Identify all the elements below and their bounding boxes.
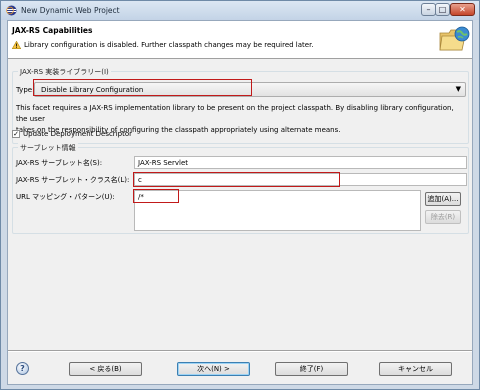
next-button[interactable]: 次へ(N) > xyxy=(177,362,250,376)
servlet-name-field[interactable]: JAX-RS Servlet xyxy=(134,156,467,169)
title-bar[interactable]: New Dynamic Web Project – □ ✕ xyxy=(1,1,479,20)
servlet-name-value: JAX-RS Servlet xyxy=(138,159,189,167)
update-descriptor-label: Update Deployment Descriptor xyxy=(23,130,132,138)
add-mapping-button[interactable]: 追加(A)... xyxy=(425,192,461,206)
servlet-class-label: JAX-RS サーブレット・クラス名(L): xyxy=(16,176,130,184)
highlight-box xyxy=(133,172,340,187)
close-button[interactable]: ✕ xyxy=(450,3,475,16)
eclipse-app-icon xyxy=(6,5,17,16)
remove-mapping-button[interactable]: 除去(R) xyxy=(425,210,461,224)
update-descriptor-checkbox[interactable]: ✓ xyxy=(12,130,20,138)
type-label: Type: xyxy=(16,86,35,94)
minimize-button[interactable]: – xyxy=(421,3,436,16)
highlight-box xyxy=(33,79,252,96)
warning-icon xyxy=(12,41,21,49)
library-group-label: JAX-RS 実装ライブラリー(I) xyxy=(18,67,111,77)
highlight-box xyxy=(133,189,179,203)
servlet-group: サーブレット情報 JAX-RS サーブレット名(S): JAX-RS Servl… xyxy=(12,143,469,234)
help-icon[interactable]: ? xyxy=(16,362,29,375)
page-title: JAX-RS Capabilities xyxy=(12,26,93,35)
footer-separator xyxy=(8,350,472,352)
back-button[interactable]: < 戻る(B) xyxy=(69,362,142,376)
dialog-client-area: JAX-RS Capabilities Library configuratio… xyxy=(7,20,473,385)
cancel-button[interactable]: キャンセル xyxy=(379,362,452,376)
wizard-window: New Dynamic Web Project – □ ✕ JAX-RS Cap… xyxy=(0,0,480,390)
warning-message: Library configuration is disabled. Furth… xyxy=(24,41,314,49)
description-line: This facet requires a JAX-RS implementat… xyxy=(16,104,454,123)
chevron-down-icon: ▼ xyxy=(455,85,461,93)
wizard-header: JAX-RS Capabilities Library configuratio… xyxy=(8,21,472,59)
servlet-name-label: JAX-RS サーブレット名(S): xyxy=(16,159,103,167)
finish-button[interactable]: 終了(F) xyxy=(275,362,348,376)
url-mapping-label: URL マッピング・パターン(U): xyxy=(16,193,115,201)
folder-globe-icon xyxy=(439,26,470,51)
servlet-group-label: サーブレット情報 xyxy=(18,143,78,153)
maximize-button[interactable]: □ xyxy=(435,3,450,16)
window-title: New Dynamic Web Project xyxy=(21,6,120,15)
